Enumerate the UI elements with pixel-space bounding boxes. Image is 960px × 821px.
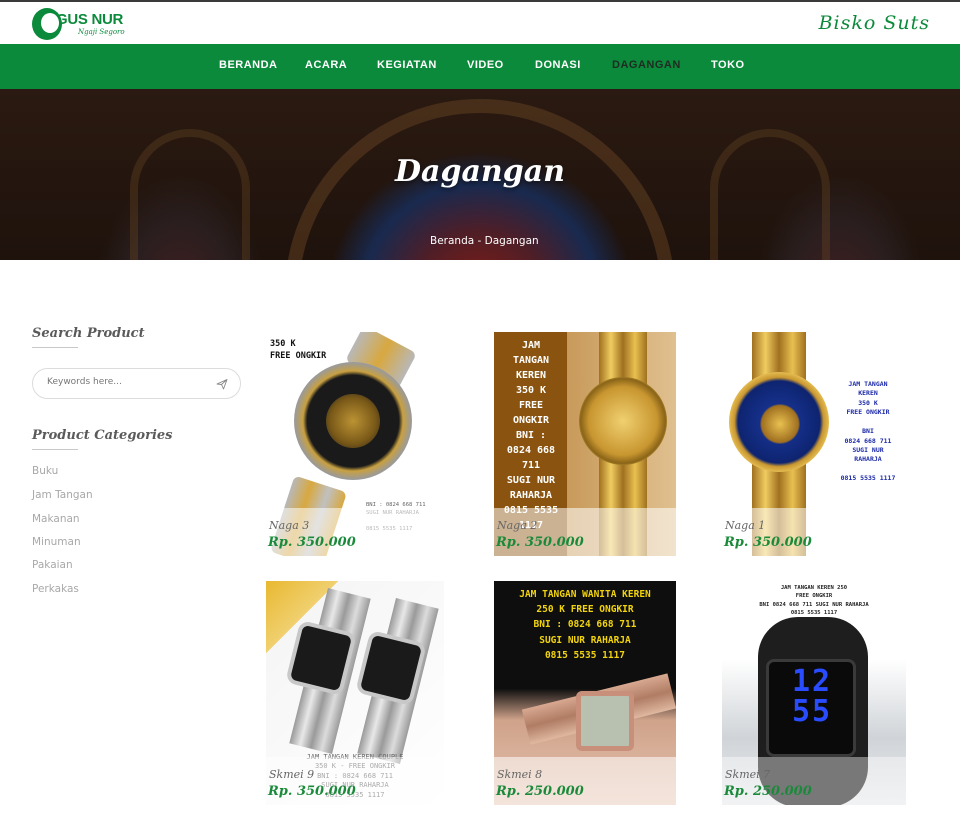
heading-underline (32, 347, 78, 348)
category-link-buku[interactable]: Buku (32, 465, 58, 477)
search-form (32, 368, 241, 399)
heading-underline (32, 449, 78, 450)
page-hero-banner: Dagangan Beranda - Dagangan (0, 89, 960, 260)
logo-crescent-icon (32, 8, 62, 40)
product-categories-heading: Product Categories (32, 428, 173, 443)
product-card[interactable]: 12 55 JAM TANGAN KEREN 250 FREE ONGKIR B… (722, 581, 906, 805)
product-price: Rp. 350.000 (268, 535, 356, 550)
nav-item-video[interactable]: VIDEO (467, 59, 504, 71)
digital-display-digits: 12 55 (791, 664, 833, 729)
product-image-text: JAM TANGAN WANITA KEREN 250 K FREE ONGKI… (519, 589, 651, 661)
nav-item-beranda[interactable]: BERANDA (219, 59, 278, 71)
product-image-text: JAM TANGAN KEREN 350 K FREE ONGKIR BNI 0… (840, 380, 896, 483)
product-name[interactable]: Naga 1 (725, 519, 765, 532)
category-link-pakaian[interactable]: Pakaian (32, 559, 73, 571)
product-card[interactable]: JAM TANGAN KEREN 350 K FREE ONGKIR BNI :… (494, 332, 676, 556)
product-name[interactable]: Skmei 7 (725, 768, 770, 781)
product-price: Rp. 250.000 (496, 784, 584, 799)
nav-item-donasi[interactable]: DONASI (535, 59, 581, 71)
logo-tagline: Ngaji Segoro (78, 28, 125, 36)
category-link-perkakas[interactable]: Perkakas (32, 583, 79, 595)
send-icon[interactable] (216, 378, 228, 390)
search-input[interactable] (47, 377, 207, 387)
product-price: Rp. 350.000 (496, 535, 584, 550)
product-image-text: JAM TANGAN KEREN 350 K FREE ONGKIR BNI :… (504, 340, 558, 531)
product-name[interactable]: Naga 2 (497, 519, 537, 532)
category-link-minuman[interactable]: Minuman (32, 536, 81, 548)
nav-item-acara[interactable]: ACARA (305, 59, 347, 71)
search-product-heading: Search Product (32, 326, 145, 341)
category-link-jam-tangan[interactable]: Jam Tangan (32, 489, 93, 501)
product-image-text: JAM TANGAN KEREN 250 FREE ONGKIR BNI 082… (759, 585, 869, 616)
nav-item-toko[interactable]: TOKO (711, 59, 745, 71)
product-price: Rp. 250.000 (724, 784, 812, 799)
nav-item-kegiatan[interactable]: KEGIATAN (377, 59, 437, 71)
product-card[interactable]: JAM TANGAN KEREN COUPLE 350 K - FREE ONG… (266, 581, 444, 805)
product-card[interactable]: JAM TANGAN WANITA KEREN 250 K FREE ONGKI… (494, 581, 676, 805)
product-name[interactable]: Skmei 9 (269, 768, 314, 781)
logo-text: GUS NUR Ngaji Segoro (56, 12, 125, 36)
main-nav: BERANDA ACARA KEGIATAN VIDEO DONASI DAGA… (0, 44, 960, 89)
product-card[interactable]: JAM TANGAN KEREN 350 K FREE ONGKIR BNI 0… (722, 332, 906, 556)
header-signature: Bisko Suts (818, 12, 930, 34)
product-image-text: 350 K FREE ONGKIR (270, 339, 327, 362)
page-title: Dagangan (395, 154, 565, 189)
product-card[interactable]: 350 K FREE ONGKIR BNI : 0824 668 711 SUG… (266, 332, 446, 556)
product-name[interactable]: Skmei 8 (497, 768, 542, 781)
breadcrumb[interactable]: Beranda - Dagangan (430, 235, 539, 247)
logo-title: GUS NUR (56, 11, 124, 28)
top-header: GUS NUR Ngaji Segoro Bisko Suts (0, 0, 960, 44)
product-price: Rp. 350.000 (268, 784, 356, 799)
product-name[interactable]: Naga 3 (269, 519, 309, 532)
nav-item-dagangan[interactable]: DAGANGAN (612, 59, 681, 71)
category-link-makanan[interactable]: Makanan (32, 513, 80, 525)
site-logo[interactable]: GUS NUR Ngaji Segoro (32, 6, 125, 42)
product-price: Rp. 350.000 (724, 535, 812, 550)
